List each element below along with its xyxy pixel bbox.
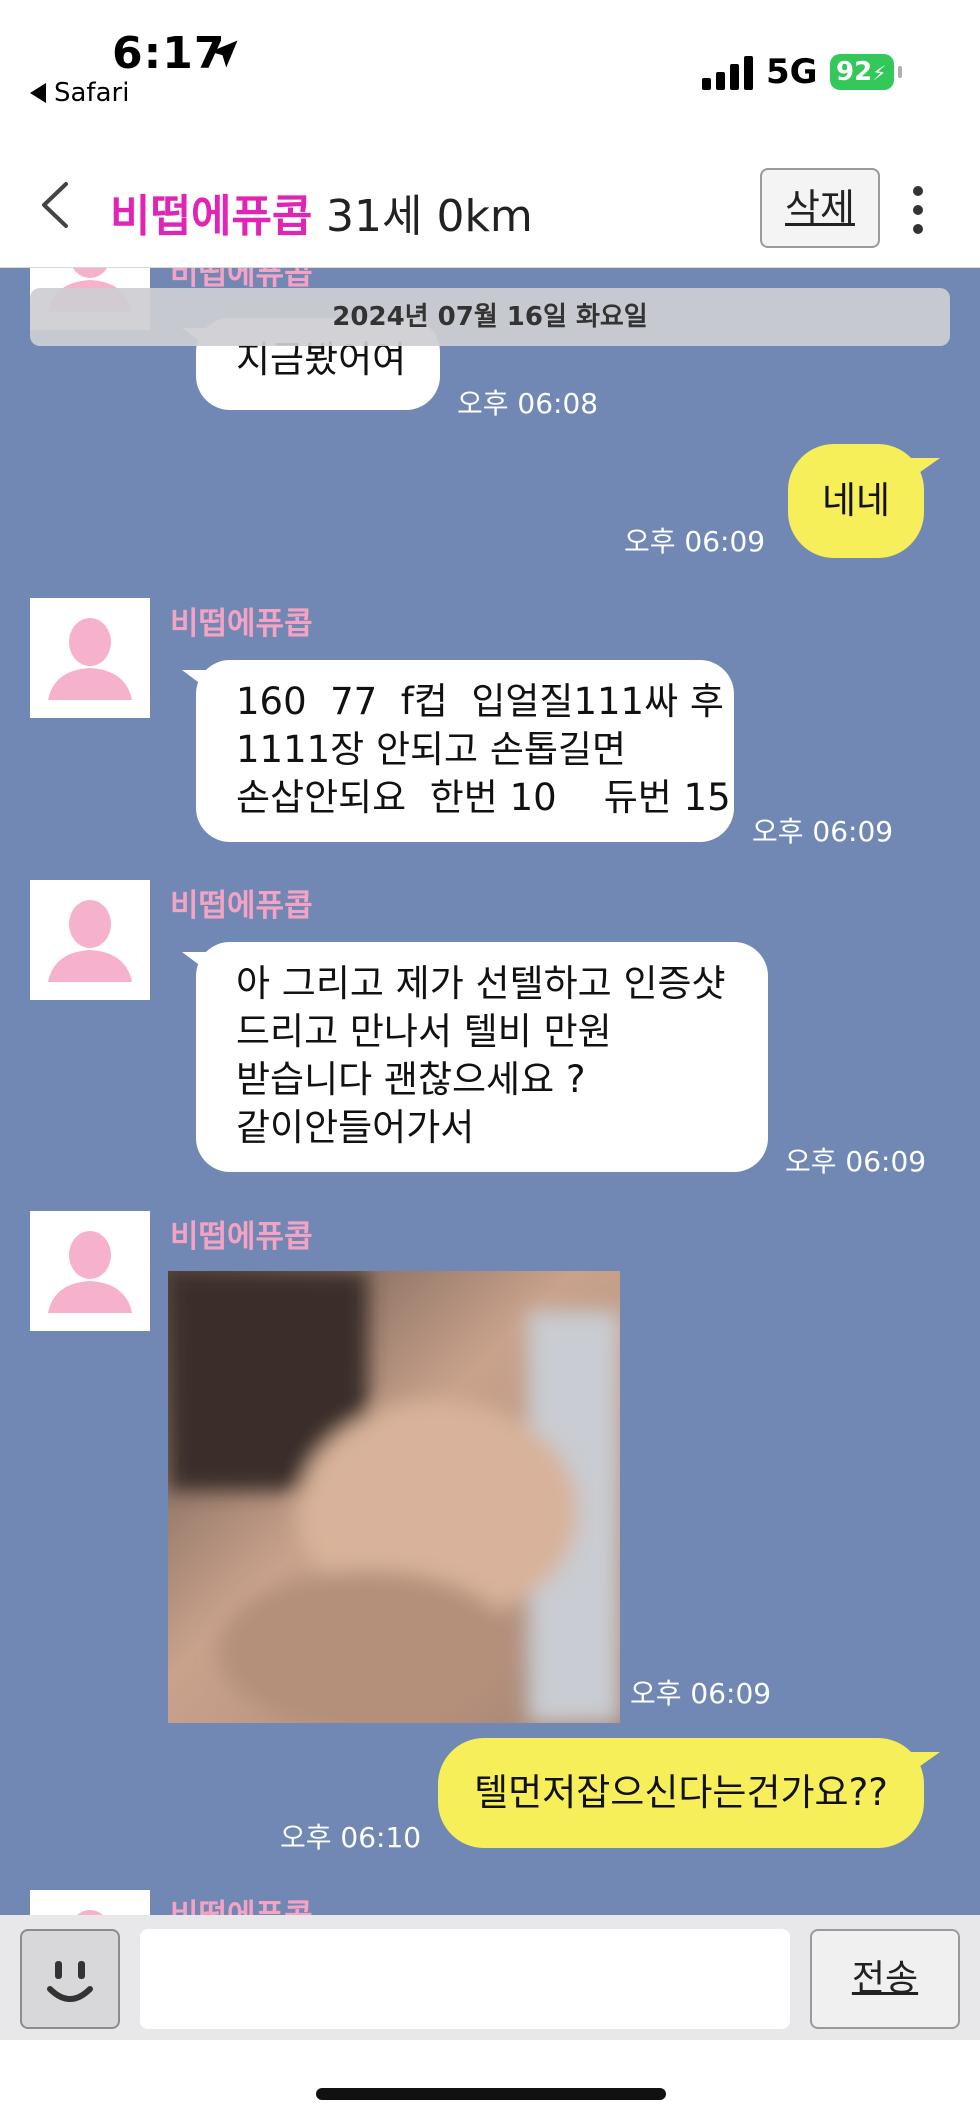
cellular-signal-icon	[702, 56, 754, 90]
message-time: 오후 06:08	[457, 387, 599, 420]
send-button[interactable]: 전송	[810, 1929, 960, 2029]
network-type: 5G	[766, 52, 818, 92]
message-bubble[interactable]: 아 그리고 제가 선텔하고 인증샷 드리고 만나서 텔비 만원 받습니다 괜찮으…	[182, 942, 768, 1172]
sender-name: 비떱에퓨콥	[170, 1890, 313, 1915]
message-input[interactable]	[140, 1929, 790, 2029]
message-time: 오후 06:10	[280, 1821, 422, 1854]
blurred-photo-placeholder	[168, 1271, 620, 1723]
home-indicator[interactable]	[316, 2088, 666, 2100]
message-text-line: 아 그리고 제가 선텔하고 인증샷	[236, 962, 726, 1005]
message-text-line: 손삽안되요 한번 10 듀번 15	[236, 776, 731, 819]
message-bubble[interactable]: 네네	[788, 444, 940, 558]
photo-attachment[interactable]	[168, 1271, 620, 1723]
sender-name: 비떱에퓨콥	[170, 888, 313, 924]
message-time: 오후 06:09	[752, 815, 894, 848]
more-vertical-icon[interactable]	[906, 186, 930, 234]
sender-name: 비떱에퓨콥	[170, 606, 313, 642]
message-text: 텔먼저잡으신다는건가요??	[474, 1771, 888, 1814]
person-silhouette-icon	[77, 1910, 103, 1915]
message-time: 오후 06:09	[624, 525, 766, 558]
status-bar: 6:17 Safari 5G 92⚡	[0, 0, 980, 130]
battery-icon: 92⚡	[830, 54, 902, 90]
message-bubble[interactable]: 160 77 f컵 입얼질111싸 후 1111장 안되고 손톱길면 손삽안되요…	[182, 660, 734, 842]
message-text-line: 같이안들어가서	[236, 1106, 475, 1149]
chevron-left-icon[interactable]	[36, 180, 76, 230]
smiley-icon	[47, 1961, 93, 2002]
message-text-line: 1111장 안되고 손톱길면	[236, 728, 627, 771]
location-arrow-icon	[210, 40, 238, 68]
person-silhouette-icon	[48, 900, 132, 982]
sender-name: 비떱에퓨콥	[170, 1219, 313, 1255]
message-text-line: 드리고 만나서 텔비 만원	[236, 1010, 612, 1053]
message-time: 오후 06:09	[785, 1145, 927, 1178]
chat-header: 비떱에퓨콥 31세 0km 삭제	[0, 130, 980, 268]
avatar[interactable]	[30, 598, 150, 718]
chat-partner-meta: 31세 0km	[326, 191, 533, 242]
avatar[interactable]	[30, 1211, 150, 1331]
message-text: 네네	[821, 479, 891, 522]
message-bubble[interactable]: 텔먼저잡으신다는건가요??	[438, 1738, 940, 1848]
battery-level: 92	[836, 57, 873, 87]
back-triangle-icon	[30, 83, 46, 103]
emoji-button[interactable]	[20, 1929, 120, 2029]
avatar[interactable]	[30, 880, 150, 1000]
chat-partner-name: 비떱에퓨콥	[110, 191, 313, 242]
message-text-line: 160 77 f컵 입얼질111싸 후	[236, 680, 724, 723]
back-to-safari[interactable]: Safari	[30, 78, 129, 108]
message-input-bar: 전송	[0, 1915, 980, 2040]
person-silhouette-icon	[48, 618, 132, 700]
person-silhouette-icon	[48, 1231, 132, 1313]
message-time: 오후 06:09	[630, 1677, 772, 1710]
message-text-line: 받습니다 괜찮으세요 ?	[236, 1058, 586, 1101]
date-divider: 2024년 07월 16일 화요일	[30, 288, 950, 346]
avatar[interactable]	[30, 1890, 150, 1915]
delete-button[interactable]: 삭제	[760, 168, 880, 248]
chat-area[interactable]: 비떱에퓨콥 지금봤어여 오후 06:08 2024년 07월 16일 화요일 네…	[0, 268, 980, 1915]
